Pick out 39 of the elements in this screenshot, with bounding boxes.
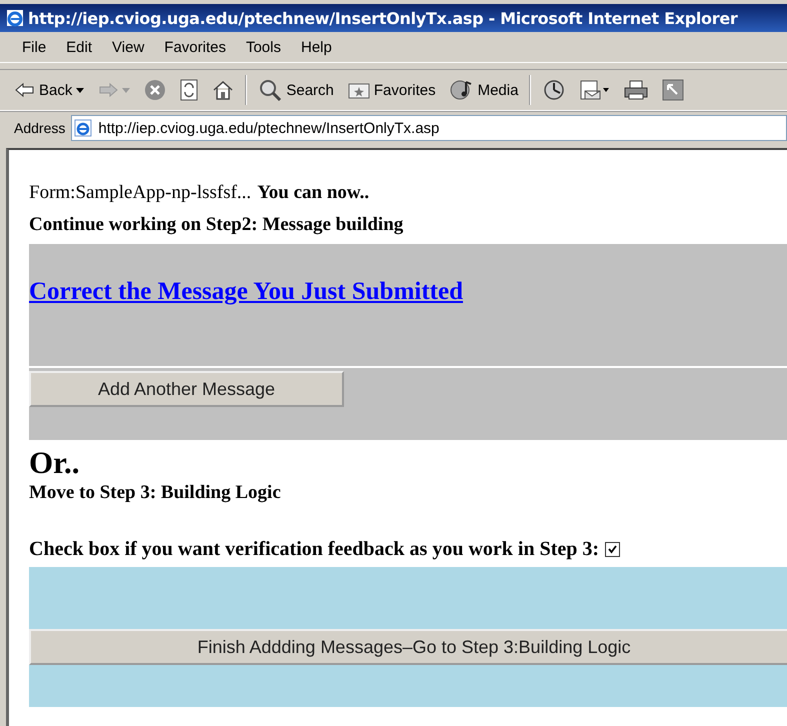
finish-button[interactable]: Finish Addding Messages–Go to Step 3:Building Logic (29, 629, 787, 666)
refresh-icon (180, 79, 198, 101)
mail-icon (580, 79, 610, 101)
home-icon (212, 80, 234, 100)
menu-item[interactable]: Help (291, 38, 342, 56)
menu-item[interactable]: Tools (236, 38, 291, 56)
address-field[interactable]: http://iep.cviog.uga.edu/ptechnew/InsertOnlyTx.asp (71, 115, 787, 141)
back-button[interactable]: Back (12, 80, 88, 100)
browser-logo-icon (6, 9, 24, 27)
menu-item[interactable]: File (12, 38, 56, 56)
caret-icon (76, 88, 84, 92)
stop-icon (144, 79, 166, 101)
add-message-button[interactable]: Add Another Message (29, 371, 344, 407)
menu-item[interactable]: Favorites (154, 38, 236, 56)
correct-message-link[interactable]: Correct the Message You Just Submitted (29, 278, 463, 305)
intro-text: You can now.. (257, 182, 370, 204)
verification-checkbox[interactable] (605, 542, 620, 558)
left-arrow-icon (15, 82, 35, 98)
verification-label: Check box if you want verification feedback as you work in Step 3: (29, 538, 600, 562)
menu-item[interactable]: View (102, 38, 154, 56)
page-icon (74, 119, 92, 137)
right-arrow-icon (98, 82, 118, 98)
form-name: Form:SampleApp-np-lssfsf... (29, 182, 252, 204)
checkmark-icon (607, 544, 618, 556)
or-heading: Or.. (29, 446, 81, 480)
window-icon (662, 79, 684, 101)
media-button[interactable]: Media (446, 77, 522, 103)
clock-icon (542, 79, 566, 101)
search-button[interactable]: Search (255, 77, 337, 103)
favorites-button[interactable]: Favorites (344, 79, 439, 101)
caret-icon (122, 88, 130, 92)
printer-icon (624, 80, 648, 100)
address-label: Address (14, 120, 66, 136)
step3-heading: Move to Step 3: Building Logic (29, 482, 282, 504)
step2-heading: Continue working on Step2: Message building (29, 214, 404, 236)
window-title: http://iep.cviog.uga.edu/ptechnew/InsertOnlyTx.asp - Microsoft Internet Explorer (28, 8, 738, 28)
globe-note-icon (450, 79, 474, 101)
search-icon (258, 79, 282, 101)
menu-item[interactable]: Edit (56, 38, 102, 56)
